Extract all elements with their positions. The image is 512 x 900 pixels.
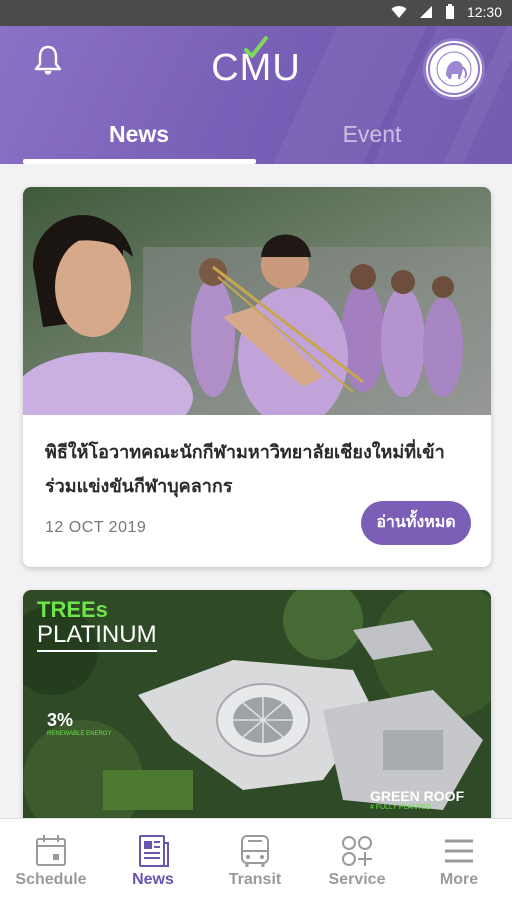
image-caption-percent: 3% RENEWABLE ENERGY	[47, 710, 112, 737]
news-feed[interactable]: พิธีให้โอวาทคณะนักกีฬามหาวิทยาลัยเชียงให…	[0, 164, 512, 818]
nav-schedule[interactable]: Schedule	[0, 819, 102, 900]
bus-icon	[241, 835, 269, 867]
read-more-button[interactable]: อ่านทั้งหมด	[361, 501, 471, 545]
header-tabs: News Event	[0, 114, 512, 164]
service-grid-icon	[342, 836, 372, 866]
app-header: CMU News Event	[0, 26, 512, 164]
nav-news[interactable]: News	[102, 819, 204, 900]
news-title: พิธีให้โอวาทคณะนักกีฬามหาวิทยาลัยเชียงให…	[45, 442, 445, 496]
university-seal-icon[interactable]	[423, 38, 485, 100]
signal-icon	[419, 6, 432, 18]
tab-event[interactable]: Event	[256, 114, 488, 164]
news-date: 12 OCT 2019	[45, 519, 147, 536]
calendar-icon	[36, 835, 66, 866]
status-bar: 12:30	[0, 0, 512, 26]
bottom-navigation: Schedule News Transit Service More	[0, 818, 512, 900]
battery-icon	[445, 4, 454, 19]
image-caption-green-roof: GREEN ROOF # FULLY PLANTED	[370, 788, 465, 811]
nav-more[interactable]: More	[408, 819, 510, 900]
cmu-logo: CMU	[211, 36, 300, 86]
nav-service[interactable]: Service	[306, 819, 408, 900]
tab-news[interactable]: News	[23, 114, 255, 164]
status-time: 12:30	[466, 4, 502, 20]
news-card[interactable]: TREEs PLATINUM 3% RENEWABLE ENERGY GREEN…	[23, 590, 491, 818]
newspaper-icon	[139, 835, 169, 867]
nav-transit[interactable]: Transit	[204, 819, 306, 900]
notification-bell-icon[interactable]	[32, 44, 64, 76]
news-photo-dancers	[23, 187, 491, 415]
menu-icon	[445, 839, 473, 863]
news-card[interactable]: พิธีให้โอวาทคณะนักกีฬามหาวิทยาลัยเชียงให…	[23, 187, 491, 567]
wifi-icon	[391, 6, 407, 19]
image-caption-trees: TREEs PLATINUM	[37, 598, 157, 652]
